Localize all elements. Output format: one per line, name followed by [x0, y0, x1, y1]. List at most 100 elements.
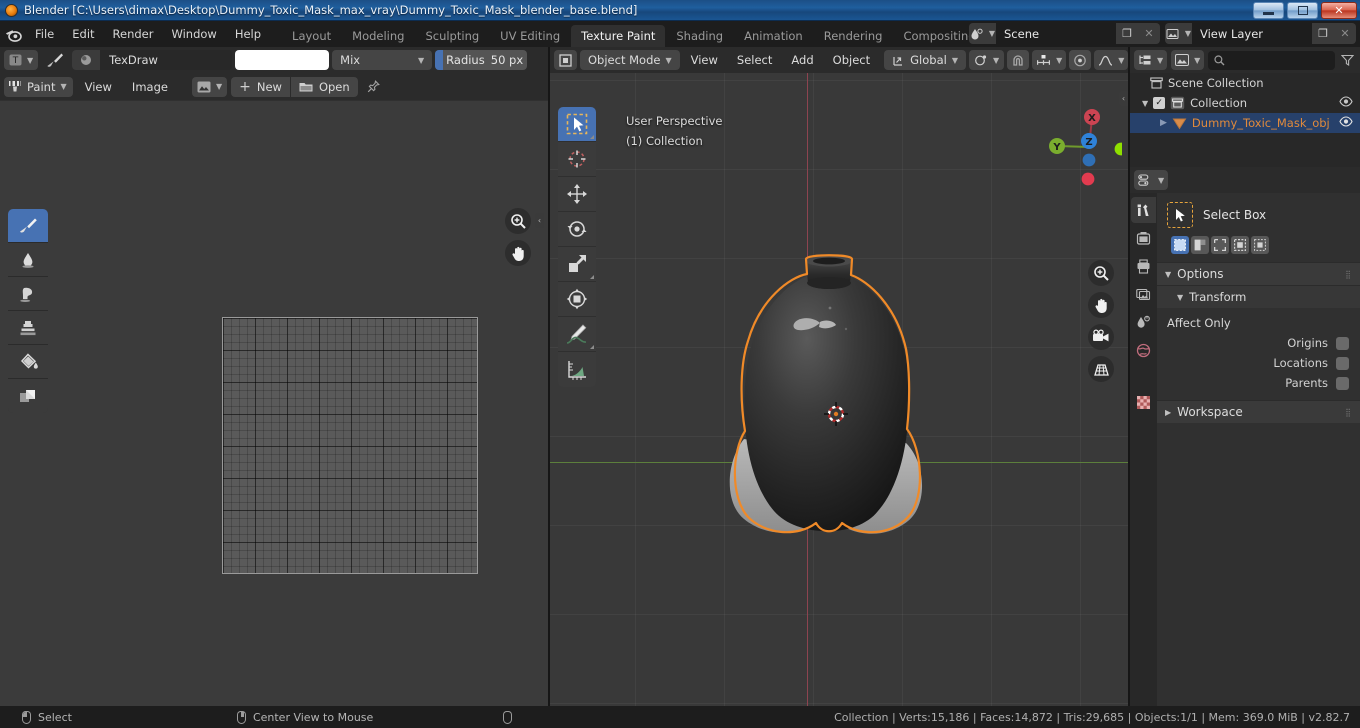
select-mode-set[interactable]: [1171, 236, 1189, 254]
outliner-row-collection[interactable]: ▼ ✓ Collection: [1130, 93, 1360, 113]
viewport-menu-select[interactable]: Select: [729, 50, 780, 70]
viewport-sidebar-toggle[interactable]: ‹: [1119, 91, 1128, 106]
texture-tab[interactable]: [1131, 389, 1156, 415]
cursor-tool[interactable]: [558, 142, 596, 177]
view-layer-name-field[interactable]: View Layer: [1192, 23, 1312, 44]
affect-locations-checkbox[interactable]: [1336, 356, 1349, 370]
editor-type-selector-3d[interactable]: [554, 50, 577, 70]
transform-orientation-dropdown[interactable]: Global ▼: [884, 50, 966, 70]
workspace-tab-rendering[interactable]: Rendering: [814, 25, 893, 47]
outliner-row-dummy-toxic-mask-obj[interactable]: ▶ Dummy_Toxic_Mask_obj: [1130, 113, 1360, 133]
transform-panel-header[interactable]: ▼ Transform: [1157, 285, 1360, 308]
workspace-tab-shading[interactable]: Shading: [666, 25, 733, 47]
soften-tool[interactable]: [8, 243, 48, 277]
view-layer-duplicate-button[interactable]: ❐: [1312, 23, 1334, 44]
viewport-menu-view[interactable]: View: [683, 50, 726, 70]
affect-origins-checkbox[interactable]: [1336, 336, 1349, 350]
scene-name-field[interactable]: Scene: [996, 23, 1116, 44]
scene-unlink-button[interactable]: ✕: [1138, 23, 1160, 44]
select-mode-extend[interactable]: [1191, 236, 1209, 254]
new-image-button[interactable]: + New: [231, 76, 290, 97]
object-mode-dropdown[interactable]: Object Mode ▼: [580, 50, 680, 70]
editor-type-selector-properties[interactable]: ▼: [1134, 170, 1169, 190]
snap-magnet-icon[interactable]: [1007, 50, 1030, 70]
options-collapse-triangle-icon[interactable]: ▼: [1165, 270, 1171, 279]
select-mode-intersect[interactable]: [1251, 236, 1269, 254]
transform-tool[interactable]: [558, 282, 596, 317]
viewport-navigation-gizmo[interactable]: X Y Z: [1038, 103, 1128, 187]
viewport-menu-add[interactable]: Add: [783, 50, 821, 70]
scene-duplicate-button[interactable]: ❐: [1116, 23, 1138, 44]
annotate-tool[interactable]: [558, 317, 596, 352]
workspace-tab-sculpting[interactable]: Sculpting: [415, 25, 489, 47]
move-tool[interactable]: [558, 177, 596, 212]
scene-tab[interactable]: [1131, 309, 1156, 335]
snap-target-dropdown[interactable]: ▼: [1032, 50, 1067, 70]
child-arrow-icon[interactable]: ▶: [1160, 118, 1167, 128]
brush-color-swatch[interactable]: [235, 50, 330, 70]
image-menu-view[interactable]: View: [77, 77, 120, 97]
open-image-button[interactable]: Open: [290, 76, 358, 97]
affect-parents-checkbox[interactable]: [1336, 376, 1349, 390]
image-sidebar-toggle[interactable]: ‹: [535, 213, 544, 228]
minimize-button[interactable]: [1253, 2, 1284, 19]
fill-tool[interactable]: [8, 345, 48, 379]
viewport-menu-object[interactable]: Object: [825, 50, 878, 70]
orthographic-toggle-gizmo-icon[interactable]: [1088, 356, 1114, 382]
view-layer-tab[interactable]: [1131, 281, 1156, 307]
options-panel-header[interactable]: ▼ Options ⣿: [1157, 262, 1360, 285]
select-mode-invert[interactable]: [1231, 236, 1249, 254]
pin-icon[interactable]: [362, 77, 385, 97]
image-datablock-selector[interactable]: ▼: [191, 76, 228, 97]
camera-view-gizmo-icon[interactable]: [1088, 324, 1114, 350]
zoom-gizmo-icon[interactable]: [505, 208, 531, 234]
workspace-tab-layout[interactable]: Layout: [282, 25, 341, 47]
menu-help[interactable]: Help: [226, 24, 270, 44]
uv-texture-grid[interactable]: [222, 317, 478, 574]
brush-datablock[interactable]: TexDraw: [72, 50, 233, 70]
editor-type-selector[interactable]: T ▼: [4, 50, 39, 70]
workspace-tab-texture-paint[interactable]: Texture Paint: [571, 25, 666, 47]
blender-logo-icon[interactable]: [0, 27, 26, 42]
pan-gizmo-icon[interactable]: [505, 240, 531, 266]
smear-tool[interactable]: [8, 277, 48, 311]
outliner-row-scene-collection[interactable]: Scene Collection: [1130, 73, 1360, 93]
brush-preview-icon[interactable]: [41, 50, 69, 70]
image-menu-image[interactable]: Image: [124, 77, 176, 97]
falloff-dropdown[interactable]: ▼: [1094, 50, 1129, 70]
render-tab[interactable]: [1131, 225, 1156, 251]
maximize-button[interactable]: [1287, 2, 1318, 19]
draw-brush-tool[interactable]: [8, 209, 48, 243]
menu-window[interactable]: Window: [162, 24, 225, 44]
rotate-tool[interactable]: [558, 212, 596, 247]
zoom-view-gizmo-icon[interactable]: [1088, 260, 1114, 286]
image-editor-canvas[interactable]: ‹: [0, 101, 548, 706]
select-box-tool[interactable]: [558, 107, 596, 142]
clone-tool[interactable]: [8, 311, 48, 345]
select-mode-subtract[interactable]: [1211, 236, 1229, 254]
affect-origins-row[interactable]: Origins: [1157, 333, 1360, 353]
menu-edit[interactable]: Edit: [63, 24, 103, 44]
affect-locations-row[interactable]: Locations: [1157, 353, 1360, 373]
outliner-search-input[interactable]: [1208, 50, 1335, 70]
menu-file[interactable]: File: [26, 24, 63, 44]
collection-checkbox[interactable]: ✓: [1153, 97, 1166, 109]
pivot-point-dropdown[interactable]: ▼: [968, 50, 1005, 70]
affect-parents-row[interactable]: Parents: [1157, 373, 1360, 400]
view-layer-icon[interactable]: ▼: [1165, 23, 1192, 44]
workspace-tab-modeling[interactable]: Modeling: [342, 25, 414, 47]
visibility-eye-icon-2[interactable]: [1339, 116, 1353, 130]
scene-icon[interactable]: ▼: [969, 23, 996, 44]
pan-view-gizmo-icon[interactable]: [1088, 292, 1114, 318]
editor-type-selector-outliner[interactable]: ▼: [1134, 50, 1168, 70]
tool-tab[interactable]: [1131, 197, 1156, 223]
image-editor-mode-dropdown[interactable]: Paint ▼: [4, 76, 73, 97]
view-layer-unlink-button[interactable]: ✕: [1334, 23, 1356, 44]
workspace-panel-header[interactable]: ▶ Workspace ⣿: [1157, 400, 1360, 423]
workspace-tab-animation[interactable]: Animation: [734, 25, 813, 47]
visibility-eye-icon[interactable]: [1339, 96, 1353, 110]
menu-render[interactable]: Render: [104, 24, 163, 44]
expand-triangle-icon[interactable]: ▼: [1142, 99, 1148, 108]
transform-collapse-triangle-icon[interactable]: ▼: [1177, 293, 1183, 302]
measure-tool[interactable]: [558, 352, 596, 387]
